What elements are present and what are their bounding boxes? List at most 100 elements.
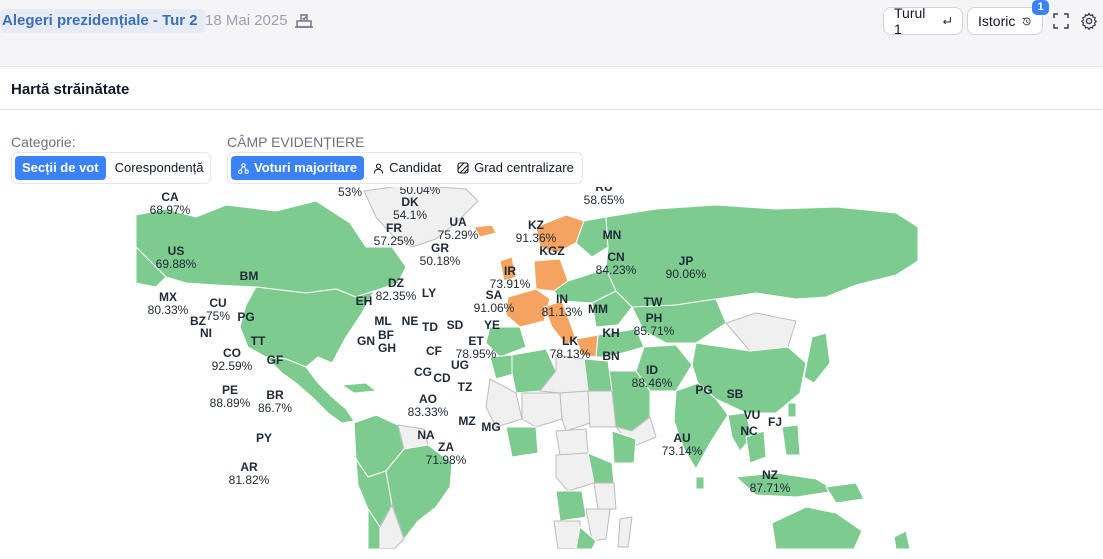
country-label-za: ZA	[438, 440, 454, 454]
country-label-kz: KZ	[528, 218, 544, 232]
country-NZ	[893, 530, 911, 549]
gear-icon[interactable]	[1080, 12, 1098, 30]
country-label-cu: CU	[209, 296, 226, 310]
country-label-bm: BM	[240, 269, 259, 283]
fullscreen-icon[interactable]	[1052, 12, 1070, 30]
country-AU	[771, 506, 863, 549]
country-label-ne: NE	[402, 314, 419, 328]
country-label-sa: SA	[486, 288, 503, 302]
country-label-pe: PE	[222, 383, 238, 397]
country-label-in: IN	[556, 292, 568, 306]
hatch-icon	[457, 162, 469, 174]
country-label-gh: GH	[378, 341, 396, 355]
field-option-centralization[interactable]: Grad centralizare	[450, 156, 581, 180]
country-label-et: ET	[468, 334, 484, 348]
country-label-id: ID	[646, 363, 658, 377]
country-pct-cn: 84.23%	[596, 263, 637, 277]
country-EG	[583, 358, 613, 392]
country-label-pg: PG	[695, 383, 712, 397]
return-arrow-icon	[942, 17, 951, 25]
country-label-ug: UG	[451, 358, 469, 372]
country-label-ao: AO	[419, 392, 437, 406]
round-one-button[interactable]: Turul 1	[883, 5, 963, 37]
top-bar: Alegeri prezidențiale - Tur 2 18 Mai 202…	[0, 0, 1103, 44]
highlight-field-label: CÂMP EVIDENȚIERE	[227, 134, 365, 150]
country-label-fr: FR	[386, 221, 402, 235]
country-pct-ua: 75.29%	[438, 228, 479, 242]
category-option-correspondence[interactable]: Corespondență	[108, 156, 211, 180]
country-pct-au: 73.14%	[662, 444, 703, 458]
country-CD	[555, 452, 595, 492]
country-label-nz: NZ	[762, 468, 778, 482]
history-badge: 1	[1032, 0, 1049, 15]
country-US	[239, 286, 375, 368]
country-pct-fr: 57.25%	[374, 234, 415, 248]
sitemap-icon	[238, 162, 249, 174]
country-pct-nz: 87.71%	[750, 481, 791, 495]
country-pct-jp: 90.06%	[666, 267, 707, 281]
country-label-td: TD	[422, 320, 438, 334]
ballot-box-icon[interactable]	[294, 10, 314, 30]
round-one-label: Turul 1	[894, 5, 926, 37]
country-label-mg: MG	[481, 420, 500, 434]
country-label-cd: CD	[433, 371, 451, 385]
country-label-ca: CA	[161, 190, 179, 204]
country-pct-dz: 82.35%	[376, 289, 417, 303]
history-label: Istoric	[978, 13, 1016, 29]
country-label-bn: BN	[602, 349, 619, 363]
country-TD	[559, 390, 591, 432]
field-option-centralization-label: Grad centralizare	[474, 160, 574, 175]
country-label-pg: PG	[237, 310, 254, 324]
country-NA	[553, 520, 581, 549]
world-map[interactable]: GLIS53%NO50.04%DK54.1%CA68.97%RU58.65%UA…	[136, 187, 918, 549]
country-label-na: NA	[417, 428, 435, 442]
country-JP	[803, 332, 831, 384]
country-label-ly: LY	[422, 286, 436, 300]
country-label-co: CO	[223, 346, 241, 360]
country-pct-ph: 85.71%	[634, 324, 675, 338]
country-GH	[505, 426, 539, 458]
country-label-dz: DZ	[388, 276, 404, 290]
country-label-gr: GR	[431, 241, 449, 255]
country-CU	[341, 382, 377, 394]
country-label-tt: TT	[251, 334, 266, 348]
panel-divider	[0, 109, 1103, 110]
country-pct-sa: 91.06%	[474, 301, 515, 315]
field-option-candidate[interactable]: Candidat	[366, 156, 448, 180]
country-label-mm: MM	[588, 302, 608, 316]
country-pct-us: 69.88%	[156, 257, 197, 271]
country-label-tz: TZ	[458, 380, 473, 394]
country-pct-id: 88.46%	[632, 376, 673, 390]
country-label-bf: BF	[378, 328, 394, 342]
country-pct-cu: 75%	[206, 309, 230, 323]
country-PG	[825, 482, 865, 504]
country-label-py: PY	[256, 431, 272, 445]
country-pct-pe: 88.89%	[210, 396, 251, 410]
country-label-ua: UA	[449, 215, 467, 229]
category-option-sections[interactable]: Secții de vot	[15, 156, 106, 180]
country-pct-is: 53%	[338, 187, 362, 199]
election-title[interactable]: Alegeri prezidențiale - Tur 2	[0, 9, 206, 33]
country-TZ	[593, 482, 617, 510]
country-label-ni: NI	[200, 326, 212, 340]
country-label-ir: IR	[504, 264, 516, 278]
person-icon	[373, 163, 384, 174]
field-option-majority-votes[interactable]: Voturi majoritare	[231, 156, 365, 180]
category-selector: Secții de vot Corespondență	[11, 152, 211, 184]
country-pct-kz: 91.36%	[516, 231, 557, 245]
country-pct-br: 86.7%	[258, 401, 292, 415]
country-pct-ca: 68.97%	[150, 203, 191, 217]
country-label-tw: TW	[644, 295, 663, 309]
country-pct-ao: 83.33%	[408, 405, 449, 419]
history-icon	[1022, 16, 1031, 25]
country-label-mn: MN	[603, 228, 622, 242]
country-label-mx: MX	[159, 290, 177, 304]
field-option-majority-label: Voturi majoritare	[254, 160, 358, 175]
country-LK	[695, 476, 705, 490]
country-pct-in: 81.13%	[542, 305, 583, 319]
country-label-kgz: KGZ	[539, 244, 564, 258]
country-label-jp: JP	[679, 254, 694, 268]
country-label-ar: AR	[240, 460, 258, 474]
country-label-br: BR	[266, 388, 284, 402]
country-MG	[617, 516, 633, 548]
